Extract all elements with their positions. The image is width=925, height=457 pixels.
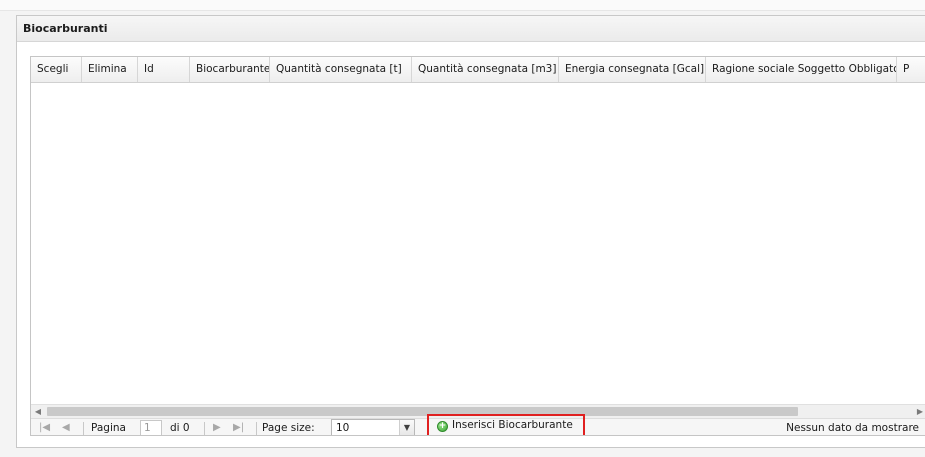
insert-biocarburante-button[interactable]: + Inserisci Biocarburante [427,414,585,435]
page-number-input[interactable] [140,420,162,435]
toolbar-separator [204,422,205,435]
panel-title: Biocarburanti [23,22,108,35]
chevron-down-icon[interactable]: ▼ [399,420,414,435]
empty-status-text: Nessun dato da mostrare [786,422,919,434]
last-page-icon[interactable]: ▶| [233,419,244,435]
column-header-truncated[interactable]: P [897,57,925,82]
insert-button-label: Inserisci Biocarburante [452,419,573,431]
page-size-label: Page size: [262,422,315,434]
page-size-select[interactable]: 10 ▼ [331,419,415,435]
page-size-value: 10 [336,422,350,434]
scroll-left-icon[interactable]: ◀ [31,405,45,418]
first-page-icon[interactable]: |◀ [39,419,50,435]
scroll-right-icon[interactable]: ▶ [913,405,925,418]
column-header-quantita-m3[interactable]: Quantità consegnata [m3] [412,57,559,82]
panel-header: Biocarburanti [17,16,925,42]
data-grid: Scegli Elimina Id Biocarburante Quantità… [30,56,925,436]
scrollbar-thumb[interactable] [47,407,798,416]
page-label: Pagina [91,422,126,434]
page-count-label: di 0 [170,422,190,434]
prev-page-icon[interactable]: ◀ [62,419,70,435]
column-header-energia-gcal[interactable]: Energia consegnata [Gcal] [559,57,706,82]
grid-header: Scegli Elimina Id Biocarburante Quantità… [31,57,925,83]
column-header-id[interactable]: Id [138,57,190,82]
column-header-biocarburante[interactable]: Biocarburante [190,57,270,82]
toolbar-separator [83,422,84,435]
column-header-quantita-t[interactable]: Quantità consegnata [t] [270,57,412,82]
column-header-elimina[interactable]: Elimina [82,57,138,82]
add-circle-icon: + [437,421,448,432]
column-header-ragione-sociale[interactable]: Ragione sociale Soggetto Obbligato [706,57,897,82]
biocarburanti-panel: Biocarburanti Scegli Elimina Id Biocarbu… [16,15,925,448]
top-strip [0,0,925,11]
pager-toolbar: |◀ ◀ Pagina di 0 ▶ ▶| Page size: 10 ▼ + … [31,414,925,435]
next-page-icon[interactable]: ▶ [213,419,221,435]
toolbar-separator [256,422,257,435]
column-header-scegli[interactable]: Scegli [31,57,82,82]
grid-body [31,83,925,404]
